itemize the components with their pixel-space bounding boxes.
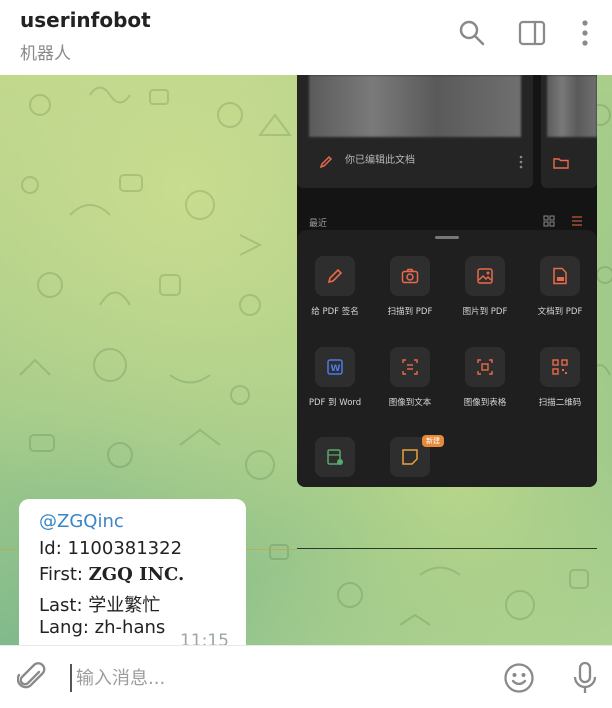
first-name-value: ZGQ INC. bbox=[88, 564, 185, 585]
language-line: Lang: zh-hans bbox=[39, 617, 166, 638]
tool-pdf-to-word[interactable]: W PDF 到 Word bbox=[297, 347, 373, 408]
message-input[interactable] bbox=[70, 664, 478, 692]
new-badge: 新建 bbox=[422, 435, 444, 447]
qr-icon bbox=[540, 347, 580, 387]
document-card: 你已编辑此文档 bbox=[297, 75, 533, 188]
first-name-line: First: ZGQ INC. bbox=[39, 564, 184, 585]
chat-title[interactable]: userinfobot bbox=[20, 8, 151, 32]
table-scan-icon bbox=[465, 347, 505, 387]
tool-label: 图像到文本 bbox=[388, 398, 432, 408]
folder-card bbox=[541, 75, 597, 188]
folder-thumbnail bbox=[547, 75, 597, 137]
tool-sign-pdf[interactable]: 给 PDF 签名 bbox=[297, 256, 373, 317]
tool-doc-to-pdf[interactable]: 文档到 PDF bbox=[522, 256, 597, 317]
tool-label: 图像到表格 bbox=[463, 398, 507, 408]
message-time: 11:15 bbox=[180, 631, 229, 645]
tool-label: 文档到 PDF bbox=[537, 307, 583, 317]
document-icon bbox=[540, 256, 580, 296]
word-icon: W bbox=[315, 347, 355, 387]
document-label: 你已编辑此文档 bbox=[345, 155, 415, 166]
tool-label: 给 PDF 签名 bbox=[311, 307, 359, 317]
grid-view-icon bbox=[543, 215, 555, 227]
divider-line bbox=[297, 548, 597, 549]
microphone-icon[interactable] bbox=[568, 661, 602, 695]
edit-pen-icon bbox=[319, 155, 333, 169]
search-icon[interactable] bbox=[457, 18, 487, 48]
chat-area[interactable]: 你已编辑此文档 最近 给 PDF 签名 扫描到 PDF 图片到 PDF 文档到 … bbox=[0, 75, 612, 645]
chat-header: userinfobot 机器人 bbox=[0, 0, 612, 76]
camera-icon bbox=[390, 256, 430, 296]
tool-label: 扫描二维码 bbox=[538, 398, 582, 408]
attach-icon[interactable] bbox=[15, 661, 49, 695]
document-thumbnail bbox=[309, 75, 521, 137]
user-mention-link[interactable]: @ZGQinc bbox=[39, 511, 124, 532]
shared-screenshot[interactable]: 你已编辑此文档 最近 给 PDF 签名 扫描到 PDF 图片到 PDF 文档到 … bbox=[297, 75, 597, 487]
emoji-icon[interactable] bbox=[502, 661, 536, 695]
list-view-icon bbox=[572, 216, 582, 226]
last-name-line: Last: 学业繁忙 bbox=[39, 595, 161, 616]
tool-image-to-pdf[interactable]: 图片到 PDF bbox=[447, 256, 523, 317]
sheet-add-icon bbox=[315, 437, 355, 477]
tool-label: 图片到 PDF bbox=[462, 307, 508, 317]
image-icon bbox=[465, 256, 505, 296]
svg-text:W: W bbox=[331, 364, 341, 374]
message-composer bbox=[0, 645, 612, 708]
tool-scan-qr[interactable]: 扫描二维码 bbox=[522, 347, 597, 408]
user-id-line: Id: 1100381322 bbox=[39, 538, 183, 559]
recent-label: 最近 bbox=[309, 219, 328, 229]
message-bubble[interactable]: @ZGQinc Id: 1100381322 First: ZGQ INC. L… bbox=[19, 499, 246, 645]
text-scan-icon bbox=[390, 347, 430, 387]
tool-image-to-text[interactable]: 图像到文本 bbox=[372, 347, 448, 408]
first-name-prefix: First: bbox=[39, 564, 89, 585]
folder-icon bbox=[553, 158, 569, 169]
tool-label: 扫描到 PDF bbox=[387, 307, 433, 317]
pen-icon bbox=[315, 256, 355, 296]
tool-label: PDF 到 Word bbox=[308, 398, 362, 408]
tools-sheet: 给 PDF 签名 扫描到 PDF 图片到 PDF 文档到 PDF W PDF 到… bbox=[297, 230, 597, 487]
chat-subtitle: 机器人 bbox=[20, 44, 71, 64]
document-more-icon bbox=[519, 155, 523, 169]
sidebar-toggle-icon[interactable] bbox=[517, 18, 547, 48]
more-menu-icon[interactable] bbox=[570, 18, 600, 48]
tool-scan-to-pdf[interactable]: 扫描到 PDF bbox=[372, 256, 448, 317]
tool-sheet-add[interactable] bbox=[297, 437, 373, 477]
sheet-grab-handle[interactable] bbox=[435, 236, 459, 239]
tool-image-to-table[interactable]: 图像到表格 bbox=[447, 347, 523, 408]
